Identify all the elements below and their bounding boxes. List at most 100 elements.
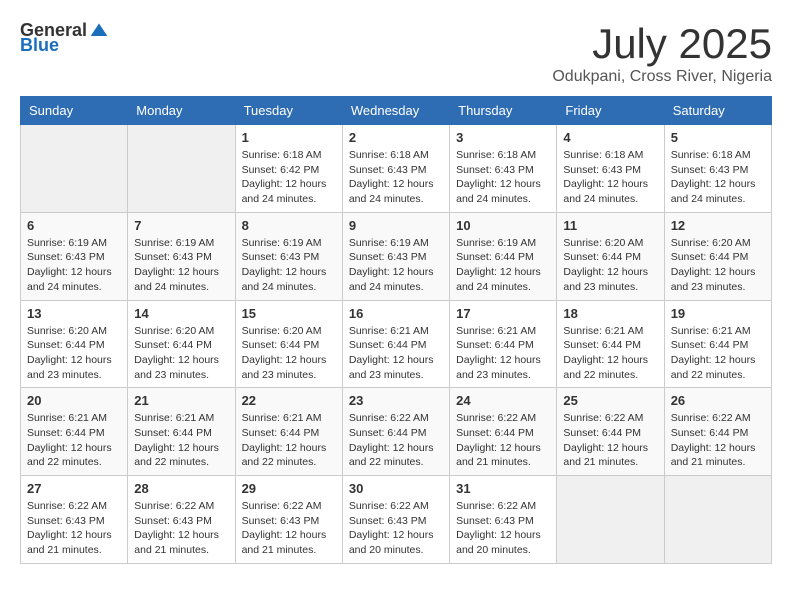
calendar-cell: 17 Sunrise: 6:21 AM Sunset: 6:44 PM Dayl… (450, 300, 557, 388)
sunrise: Sunrise: 6:21 AM (134, 412, 214, 424)
calendar-cell: 10 Sunrise: 6:19 AM Sunset: 6:44 PM Dayl… (450, 212, 557, 300)
sunrise: Sunrise: 6:21 AM (27, 412, 107, 424)
daylight: Daylight: 12 hours and 23 minutes. (563, 266, 648, 293)
calendar-cell: 16 Sunrise: 6:21 AM Sunset: 6:44 PM Dayl… (342, 300, 449, 388)
daylight: Daylight: 12 hours and 24 minutes. (456, 266, 541, 293)
calendar-cell: 11 Sunrise: 6:20 AM Sunset: 6:44 PM Dayl… (557, 212, 664, 300)
day-number: 22 (242, 393, 336, 408)
sunrise: Sunrise: 6:20 AM (242, 325, 322, 337)
sunset: Sunset: 6:43 PM (134, 515, 212, 527)
sunset: Sunset: 6:44 PM (671, 339, 749, 351)
logo-icon (89, 21, 109, 41)
day-number: 1 (242, 130, 336, 145)
sunset: Sunset: 6:44 PM (349, 339, 427, 351)
daylight: Daylight: 12 hours and 23 minutes. (671, 266, 756, 293)
sunset: Sunset: 6:43 PM (349, 515, 427, 527)
day-info: Sunrise: 6:20 AM Sunset: 6:44 PM Dayligh… (563, 236, 657, 295)
day-number: 28 (134, 481, 228, 496)
sunset: Sunset: 6:44 PM (242, 427, 320, 439)
daylight: Daylight: 12 hours and 22 minutes. (349, 442, 434, 469)
daylight: Daylight: 12 hours and 24 minutes. (242, 178, 327, 205)
day-number: 4 (563, 130, 657, 145)
day-number: 12 (671, 218, 765, 233)
day-info: Sunrise: 6:19 AM Sunset: 6:43 PM Dayligh… (242, 236, 336, 295)
sunset: Sunset: 6:44 PM (563, 339, 641, 351)
day-info: Sunrise: 6:21 AM Sunset: 6:44 PM Dayligh… (563, 324, 657, 383)
sunset: Sunset: 6:44 PM (456, 339, 534, 351)
sunrise: Sunrise: 6:21 AM (242, 412, 322, 424)
weekday-header: Monday (128, 97, 235, 125)
calendar-cell: 15 Sunrise: 6:20 AM Sunset: 6:44 PM Dayl… (235, 300, 342, 388)
sunset: Sunset: 6:44 PM (242, 339, 320, 351)
calendar-table: SundayMondayTuesdayWednesdayThursdayFrid… (20, 96, 772, 564)
calendar-cell: 12 Sunrise: 6:20 AM Sunset: 6:44 PM Dayl… (664, 212, 771, 300)
calendar-cell (557, 476, 664, 564)
day-number: 19 (671, 306, 765, 321)
day-info: Sunrise: 6:19 AM Sunset: 6:43 PM Dayligh… (349, 236, 443, 295)
calendar-title: July 2025 (552, 20, 772, 68)
sunrise: Sunrise: 6:21 AM (563, 325, 643, 337)
sunset: Sunset: 6:43 PM (456, 164, 534, 176)
daylight: Daylight: 12 hours and 24 minutes. (242, 266, 327, 293)
day-number: 27 (27, 481, 121, 496)
day-info: Sunrise: 6:20 AM Sunset: 6:44 PM Dayligh… (134, 324, 228, 383)
day-info: Sunrise: 6:22 AM Sunset: 6:43 PM Dayligh… (242, 499, 336, 558)
daylight: Daylight: 12 hours and 23 minutes. (456, 354, 541, 381)
day-number: 20 (27, 393, 121, 408)
daylight: Daylight: 12 hours and 21 minutes. (27, 529, 112, 556)
daylight: Daylight: 12 hours and 24 minutes. (671, 178, 756, 205)
day-number: 10 (456, 218, 550, 233)
calendar-week-row: 1 Sunrise: 6:18 AM Sunset: 6:42 PM Dayli… (21, 125, 772, 213)
calendar-cell (21, 125, 128, 213)
day-number: 15 (242, 306, 336, 321)
calendar-cell: 8 Sunrise: 6:19 AM Sunset: 6:43 PM Dayli… (235, 212, 342, 300)
calendar-week-row: 13 Sunrise: 6:20 AM Sunset: 6:44 PM Dayl… (21, 300, 772, 388)
sunset: Sunset: 6:43 PM (27, 251, 105, 263)
sunrise: Sunrise: 6:20 AM (563, 237, 643, 249)
sunrise: Sunrise: 6:19 AM (27, 237, 107, 249)
day-number: 2 (349, 130, 443, 145)
calendar-cell: 28 Sunrise: 6:22 AM Sunset: 6:43 PM Dayl… (128, 476, 235, 564)
calendar-cell: 14 Sunrise: 6:20 AM Sunset: 6:44 PM Dayl… (128, 300, 235, 388)
daylight: Daylight: 12 hours and 22 minutes. (242, 442, 327, 469)
sunrise: Sunrise: 6:19 AM (456, 237, 536, 249)
daylight: Daylight: 12 hours and 24 minutes. (456, 178, 541, 205)
sunset: Sunset: 6:44 PM (134, 339, 212, 351)
daylight: Daylight: 12 hours and 20 minutes. (349, 529, 434, 556)
weekday-header: Thursday (450, 97, 557, 125)
sunrise: Sunrise: 6:19 AM (242, 237, 322, 249)
calendar-cell: 23 Sunrise: 6:22 AM Sunset: 6:44 PM Dayl… (342, 388, 449, 476)
sunrise: Sunrise: 6:22 AM (27, 500, 107, 512)
page-header: General Blue July 2025 Odukpani, Cross R… (20, 20, 772, 86)
day-number: 11 (563, 218, 657, 233)
day-number: 25 (563, 393, 657, 408)
daylight: Daylight: 12 hours and 24 minutes. (27, 266, 112, 293)
sunrise: Sunrise: 6:21 AM (671, 325, 751, 337)
daylight: Daylight: 12 hours and 21 minutes. (134, 529, 219, 556)
daylight: Daylight: 12 hours and 23 minutes. (27, 354, 112, 381)
sunset: Sunset: 6:43 PM (242, 515, 320, 527)
day-number: 24 (456, 393, 550, 408)
day-number: 18 (563, 306, 657, 321)
title-area: July 2025 Odukpani, Cross River, Nigeria (552, 20, 772, 86)
calendar-cell: 20 Sunrise: 6:21 AM Sunset: 6:44 PM Dayl… (21, 388, 128, 476)
sunset: Sunset: 6:43 PM (242, 251, 320, 263)
weekday-header: Tuesday (235, 97, 342, 125)
day-info: Sunrise: 6:22 AM Sunset: 6:44 PM Dayligh… (349, 411, 443, 470)
calendar-cell: 29 Sunrise: 6:22 AM Sunset: 6:43 PM Dayl… (235, 476, 342, 564)
daylight: Daylight: 12 hours and 21 minutes. (563, 442, 648, 469)
day-number: 29 (242, 481, 336, 496)
day-number: 21 (134, 393, 228, 408)
sunset: Sunset: 6:44 PM (671, 251, 749, 263)
calendar-cell: 5 Sunrise: 6:18 AM Sunset: 6:43 PM Dayli… (664, 125, 771, 213)
day-info: Sunrise: 6:22 AM Sunset: 6:44 PM Dayligh… (456, 411, 550, 470)
day-number: 23 (349, 393, 443, 408)
sunrise: Sunrise: 6:19 AM (349, 237, 429, 249)
day-number: 30 (349, 481, 443, 496)
day-info: Sunrise: 6:22 AM Sunset: 6:43 PM Dayligh… (27, 499, 121, 558)
day-info: Sunrise: 6:18 AM Sunset: 6:42 PM Dayligh… (242, 148, 336, 207)
daylight: Daylight: 12 hours and 23 minutes. (242, 354, 327, 381)
calendar-subtitle: Odukpani, Cross River, Nigeria (552, 68, 772, 86)
calendar-cell: 4 Sunrise: 6:18 AM Sunset: 6:43 PM Dayli… (557, 125, 664, 213)
logo-blue: Blue (20, 35, 59, 56)
